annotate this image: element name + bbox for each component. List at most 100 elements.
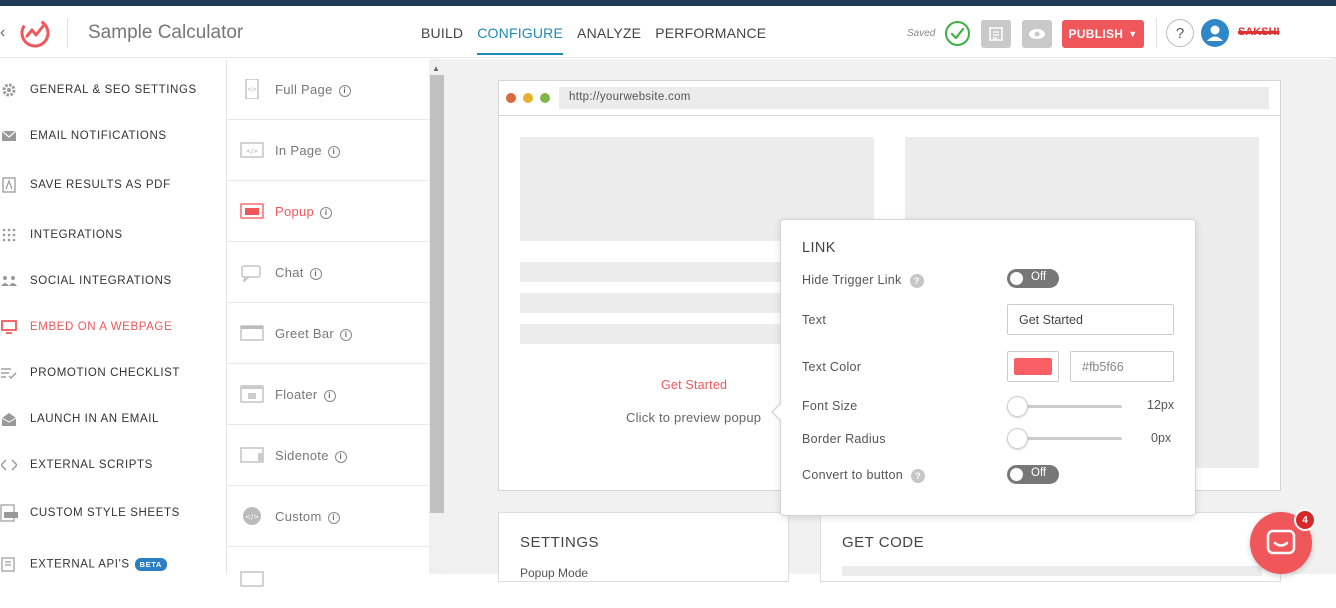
sidebar-item-integrations[interactable]: INTEGRATIONS <box>0 215 227 255</box>
embed-type-next[interactable] <box>227 547 429 608</box>
border-radius-slider-track[interactable] <box>1017 437 1122 440</box>
open-envelope-icon <box>0 410 18 428</box>
font-size-slider-track[interactable] <box>1017 405 1122 408</box>
sidebar-item-external-apis[interactable]: EXTERNAL API'S BETA <box>0 544 227 584</box>
embed-type-label: Chat i <box>275 265 322 280</box>
sidebar-item-label: SAVE RESULTS AS PDF <box>30 179 171 191</box>
sidebar-item-label: EXTERNAL API'S BETA <box>30 557 167 571</box>
nav-build[interactable]: BUILD <box>421 25 463 55</box>
sidebar-item-label: GENERAL & SEO SETTINGS <box>30 84 197 96</box>
back-chevron-icon[interactable]: ‹ <box>0 24 5 42</box>
scroll-up-icon[interactable]: ▲ <box>432 64 440 73</box>
people-icon <box>0 272 18 290</box>
font-size-slider-handle[interactable] <box>1007 396 1028 417</box>
convert-button-toggle[interactable]: Off <box>1007 465 1059 484</box>
popup-mode-label: Popup Mode <box>520 566 589 580</box>
avatar[interactable] <box>1201 19 1229 47</box>
beta-badge: BETA <box>134 557 167 571</box>
text-label: Text <box>802 313 827 327</box>
sidebar-item-label: LAUNCH IN AN EMAIL <box>30 413 160 425</box>
embed-type-popup[interactable]: Popup i <box>227 181 429 242</box>
pages-button[interactable] <box>981 20 1011 48</box>
embed-type-text: Custom <box>275 509 322 524</box>
sidebar-item-social-integrations[interactable]: SOCIAL INTEGRATIONS <box>0 261 227 301</box>
saved-status: Saved <box>907 28 936 39</box>
pdf-icon <box>0 176 18 194</box>
sidebar-item-embed-webpage[interactable]: EMBED ON A WEBPAGE <box>0 307 227 347</box>
main-nav: BUILD CONFIGURE ANALYZE PERFORMANCE <box>421 25 780 55</box>
info-icon[interactable]: i <box>334 450 347 463</box>
help-icon[interactable]: ? <box>909 273 924 288</box>
chat-icon <box>241 265 261 282</box>
embed-type-custom[interactable]: </> Custom i <box>227 486 429 547</box>
next-embed-icon <box>240 571 264 587</box>
chat-unread-badge: 4 <box>1294 509 1316 531</box>
nav-performance[interactable]: PERFORMANCE <box>655 25 766 55</box>
sidebar-item-custom-style-sheets[interactable]: CUSTOM STYLE SHEETS <box>0 493 227 533</box>
border-radius-value: 0px <box>1151 431 1172 445</box>
sidenote-icon <box>240 447 264 463</box>
color-swatch <box>1014 358 1052 375</box>
gear-icon <box>0 81 18 99</box>
grid-dots-icon <box>0 226 18 244</box>
preview-button[interactable] <box>1022 20 1052 48</box>
code-box[interactable] <box>842 566 1262 576</box>
username[interactable]: SAKSHI <box>1238 26 1280 38</box>
sidebar-item-label: EXTERNAL SCRIPTS <box>30 459 153 471</box>
info-icon[interactable]: i <box>323 389 336 402</box>
color-picker-button[interactable] <box>1007 351 1059 382</box>
embed-type-full-page[interactable]: </> Full Page i <box>227 59 429 120</box>
chevron-down-icon: ▼ <box>1128 29 1138 39</box>
hex-color-input[interactable]: #fb5f66 <box>1070 351 1174 382</box>
embed-type-text: Floater <box>275 387 318 402</box>
link-panel-title: LINK <box>802 240 836 256</box>
embed-type-text: Full Page <box>275 82 333 97</box>
toggle-state: Off <box>1031 467 1047 479</box>
embed-type-label: Sidenote i <box>275 448 347 463</box>
embed-type-label: Full Page i <box>275 82 351 97</box>
info-icon[interactable]: i <box>327 511 340 524</box>
embed-type-sidenote[interactable]: Sidenote i <box>227 425 429 486</box>
embed-type-label: In Page i <box>275 143 340 158</box>
app-logo-icon[interactable] <box>18 16 52 50</box>
border-radius-slider-handle[interactable] <box>1007 428 1028 449</box>
sidebar-item-label-text: EXTERNAL API'S <box>30 558 130 571</box>
header: ‹ Sample Calculator BUILD CONFIGURE ANAL… <box>0 6 1336 58</box>
help-icon[interactable]: ? <box>911 468 925 483</box>
hide-trigger-toggle[interactable]: Off <box>1007 269 1059 288</box>
embed-type-in-page[interactable]: </> In Page i <box>227 120 429 181</box>
settings-card-title: SETTINGS <box>520 534 600 551</box>
sidebar-item-label: SOCIAL INTEGRATIONS <box>30 275 172 287</box>
embed-type-floater[interactable]: Floater i <box>227 364 429 425</box>
publish-button[interactable]: PUBLISH ▼ <box>1062 20 1144 48</box>
trigger-link-preview[interactable]: Get Started <box>661 378 727 392</box>
info-icon[interactable]: i <box>338 84 351 97</box>
greet-bar-icon <box>240 325 264 341</box>
info-icon[interactable]: i <box>327 145 340 158</box>
info-icon[interactable]: i <box>340 328 353 341</box>
sidebar-item-launch-email[interactable]: LAUNCH IN AN EMAIL <box>0 399 227 439</box>
embed-type-text: In Page <box>275 143 322 158</box>
code-icon <box>0 456 18 474</box>
toggle-state: Off <box>1031 271 1047 283</box>
nav-analyze[interactable]: ANALYZE <box>577 25 641 55</box>
floater-icon <box>240 385 264 403</box>
link-text-input[interactable]: Get Started <box>1007 304 1174 335</box>
eye-icon <box>1029 29 1045 39</box>
sidebar-item-external-scripts[interactable]: EXTERNAL SCRIPTS <box>0 445 227 485</box>
embed-type-chat[interactable]: Chat i <box>227 242 429 303</box>
chat-bubble-icon <box>1266 529 1296 555</box>
help-button[interactable]: ? <box>1166 19 1194 47</box>
sidebar-item-promotion-checklist[interactable]: PROMOTION CHECKLIST <box>0 353 227 393</box>
sidebar-item-save-pdf[interactable]: SAVE RESULTS AS PDF <box>0 165 227 205</box>
nav-configure[interactable]: CONFIGURE <box>477 25 564 55</box>
scroll-thumb[interactable] <box>430 75 444 513</box>
popup-icon <box>240 203 264 219</box>
sidebar-item-email-notifications[interactable]: EMAIL NOTIFICATIONS <box>0 116 227 156</box>
toggle-knob <box>1010 468 1023 481</box>
info-icon[interactable]: i <box>320 206 333 219</box>
info-icon[interactable]: i <box>309 267 322 280</box>
embed-type-greet-bar[interactable]: Greet Bar i <box>227 303 429 364</box>
sidebar-item-general-seo[interactable]: GENERAL & SEO SETTINGS <box>0 70 227 110</box>
embed-type-text: Greet Bar <box>275 326 335 341</box>
